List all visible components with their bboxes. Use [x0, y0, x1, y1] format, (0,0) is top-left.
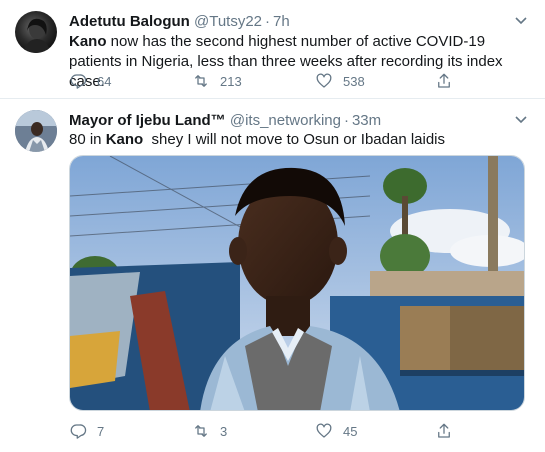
reply-icon [70, 424, 87, 439]
tweet-photo[interactable] [69, 155, 525, 411]
chevron-down-icon[interactable] [512, 14, 530, 28]
retweet-count: 3 [220, 423, 228, 439]
tweet-header: Adetutu Balogun @Tutsy22 · 7h [69, 13, 505, 31]
reply-button[interactable]: 64 [69, 72, 111, 90]
author-handle[interactable]: @its_networking [230, 112, 341, 129]
tweet-header: Mayor of Ijebu Land™ @its_networking · 33m [69, 112, 505, 130]
separator-dot: · [343, 112, 349, 129]
tweet-actions: 64 213 538 [69, 72, 525, 92]
chevron-down-icon[interactable] [512, 113, 530, 127]
hashtag-keyword: Kano [105, 131, 144, 148]
like-count: 538 [343, 73, 365, 89]
reply-count: 64 [97, 73, 112, 89]
like-button[interactable]: 538 [315, 72, 365, 90]
avatar[interactable] [15, 110, 57, 152]
tweet-text-pre: 80 in [69, 131, 106, 148]
retweet-icon [195, 425, 207, 437]
retweet-count: 213 [220, 73, 242, 89]
hashtag-keyword: Kano [69, 33, 107, 50]
heart-icon [316, 423, 332, 438]
reply-icon [70, 74, 87, 89]
retweet-icon [195, 75, 207, 87]
tweet-text-rest: shey I will not move to Osun or Ibadan l… [143, 131, 446, 148]
share-button[interactable] [435, 72, 463, 90]
timestamp[interactable]: 7h [273, 13, 290, 30]
author-name[interactable]: Mayor of Ijebu Land™ [69, 112, 226, 129]
photo-man-in-car [70, 156, 524, 410]
tweet[interactable]: Adetutu Balogun @Tutsy22 · 7h Kano now has… [0, 0, 545, 99]
like-count: 45 [343, 423, 358, 439]
author-handle[interactable]: @Tutsy22 [194, 13, 262, 30]
author-name[interactable]: Adetutu Balogun [69, 13, 190, 30]
share-icon [438, 73, 450, 88]
reply-count: 7 [97, 423, 105, 439]
reply-button[interactable]: 7 [69, 422, 104, 440]
timestamp[interactable]: 33m [352, 112, 381, 129]
separator-dot: · [265, 13, 271, 30]
retweet-button[interactable]: 213 [192, 72, 242, 90]
share-button[interactable] [435, 422, 463, 440]
retweet-button[interactable]: 3 [192, 422, 227, 440]
tweet-actions: 7 3 45 [69, 422, 525, 442]
heart-icon [316, 73, 332, 88]
avatar[interactable] [15, 11, 57, 53]
like-button[interactable]: 45 [315, 422, 357, 440]
share-icon [438, 423, 450, 438]
tweet-text: 80 in Kano shey I will not move to Osun … [69, 130, 525, 150]
tweet[interactable]: Mayor of Ijebu Land™ @its_networking · 33m… [0, 99, 545, 452]
